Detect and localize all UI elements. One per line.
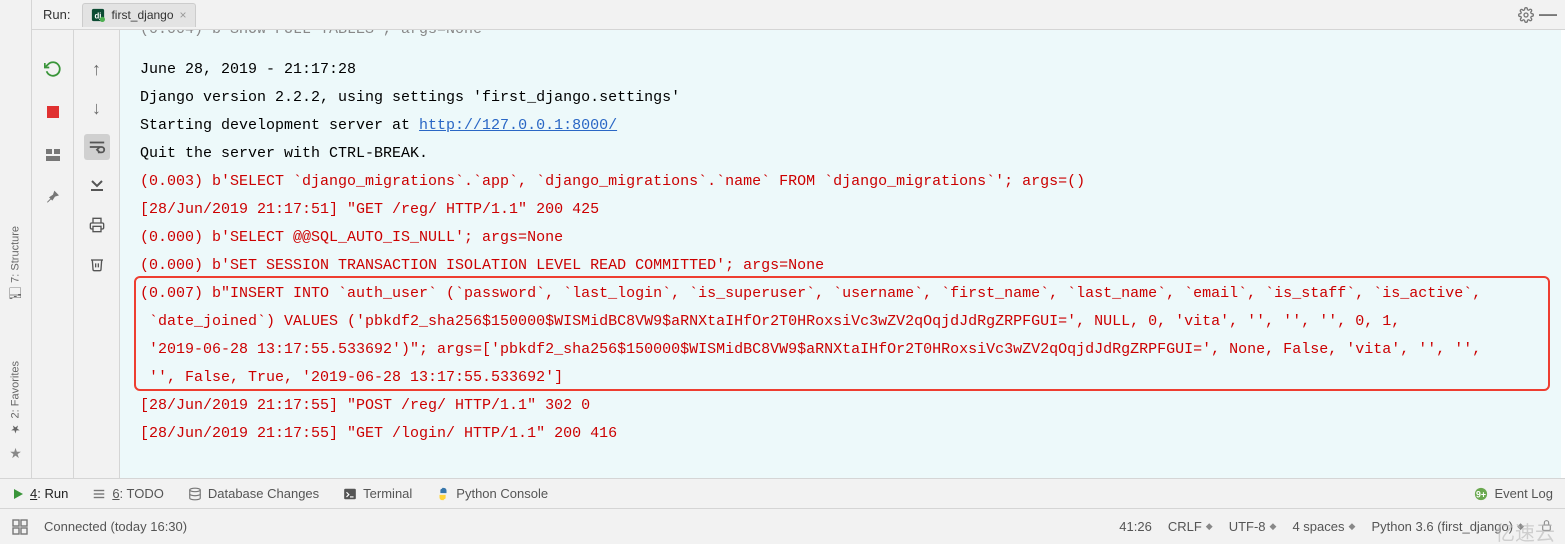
todo-icon: [92, 487, 106, 501]
run-actions-gutter: [32, 30, 74, 478]
rerun-button[interactable]: [40, 56, 66, 82]
server-url-link[interactable]: http://127.0.0.1:8000/: [419, 117, 617, 134]
print-button[interactable]: [84, 212, 110, 238]
trash-button[interactable]: [84, 251, 110, 277]
cursor-position[interactable]: 41:26: [1119, 519, 1152, 534]
soft-wrap-button[interactable]: [84, 134, 110, 160]
windows-icon[interactable]: [12, 519, 28, 535]
python-icon: [436, 487, 450, 501]
favorites-tool-button[interactable]: ★2: Favorites: [9, 361, 22, 435]
terminal-icon: [343, 487, 357, 501]
tool-terminal[interactable]: Terminal: [343, 486, 412, 501]
gear-icon[interactable]: [1515, 4, 1537, 26]
indent-selector[interactable]: 4 spaces◆: [1292, 519, 1355, 534]
down-arrow-icon[interactable]: ↓: [84, 95, 110, 121]
structure-tool-button[interactable]: 🗂7: Structure: [9, 226, 22, 301]
pin-button[interactable]: [40, 185, 66, 211]
tool-python-console[interactable]: Python Console: [436, 486, 548, 501]
status-message: Connected (today 16:30): [44, 519, 187, 534]
layout-button[interactable]: [40, 142, 66, 168]
encoding-selector[interactable]: UTF-8◆: [1229, 519, 1277, 534]
scroll-to-end-button[interactable]: [84, 173, 110, 199]
svg-text:9+: 9+: [1476, 489, 1486, 499]
left-tool-rail: 🗂7: Structure ★2: Favorites ★: [0, 0, 32, 478]
stop-button[interactable]: [40, 99, 66, 125]
bottom-tool-strip: 4: Run 6: TODO Database Changes Terminal…: [0, 478, 1565, 508]
status-bar: Connected (today 16:30) 41:26 CRLF◆ UTF-…: [0, 508, 1565, 544]
console-output-area[interactable]: (0.004) b'SHOW FULL TABLES', args=NoneJu…: [120, 30, 1561, 478]
watermark: 亿速云: [1495, 517, 1555, 546]
up-arrow-icon[interactable]: ↑: [84, 56, 110, 82]
console-text: (0.004) b'SHOW FULL TABLES', args=NoneJu…: [140, 30, 1561, 448]
line-separator-selector[interactable]: CRLF◆: [1168, 519, 1213, 534]
star-icon: ★: [9, 445, 22, 462]
run-tab-first-django[interactable]: dj first_django ×: [82, 3, 195, 27]
database-icon: [188, 487, 202, 501]
event-log-icon: 9+: [1474, 487, 1488, 501]
tool-database-changes[interactable]: Database Changes: [188, 486, 319, 501]
django-icon: dj: [91, 8, 105, 22]
play-icon: [12, 488, 24, 500]
tool-run[interactable]: 4: Run: [12, 486, 68, 501]
close-icon[interactable]: ×: [180, 8, 187, 22]
console-actions-gutter: ↑ ↓: [74, 30, 120, 478]
tool-todo[interactable]: 6: TODO: [92, 486, 164, 501]
minimize-icon[interactable]: —: [1537, 4, 1559, 26]
run-toolwindow-header: Run: dj first_django × —: [32, 0, 1565, 30]
run-label: Run:: [43, 7, 70, 22]
tool-event-log[interactable]: 9+ Event Log: [1474, 486, 1553, 501]
